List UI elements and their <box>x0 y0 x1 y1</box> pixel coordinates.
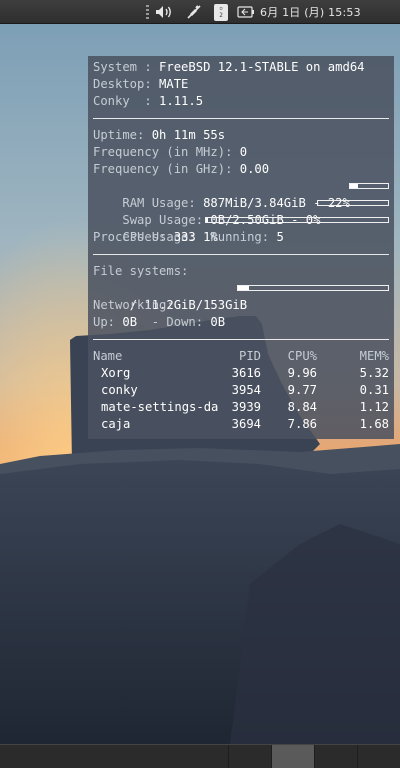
fs-root-row: / 11.2GiB/153GiB <box>93 280 389 312</box>
running-value: 5 <box>276 230 284 244</box>
up-label: Up: <box>93 315 123 329</box>
process-mem: 1.12 <box>359 400 389 414</box>
workspace-3[interactable] <box>314 745 357 768</box>
column-cpu: CPU% <box>287 349 317 363</box>
uptime-row: Uptime: 0h 11m 55s <box>93 127 389 144</box>
panel-drag-handle[interactable] <box>144 0 150 24</box>
network-traffic-row: Up: 0B - Down: 0B <box>93 314 389 331</box>
networking-heading: Networking: <box>93 297 389 314</box>
system-label: System : <box>93 60 160 74</box>
process-cpu: 7.86 <box>287 417 317 431</box>
column-name: Name <box>93 349 123 363</box>
frequency-ghz-value: 0.00 <box>239 162 270 176</box>
top-panel: ▫ 2 6月 1日 (月) 15:53 <box>0 0 400 24</box>
frequency-ghz-row: Frequency (in GHz): 0.00 <box>93 161 389 178</box>
cpu-usage-bar-fill <box>206 218 208 222</box>
processes-value: 333 <box>173 230 196 244</box>
process-cpu: 9.96 <box>287 366 317 380</box>
uptime-value: 0h 11m 55s <box>151 128 226 142</box>
conky-label: Conky : <box>93 94 160 108</box>
running-label: Running: <box>195 230 277 244</box>
frequency-mhz-label: Frequency (in MHz): <box>93 145 240 159</box>
conky-version-row: Conky : 1.11.5 <box>93 93 389 110</box>
swap-usage-bar <box>317 200 389 206</box>
process-table: Name PID CPU% MEM% Xorg 3616 9.96 5.32 c… <box>93 348 389 433</box>
workspace-4[interactable] <box>357 745 400 768</box>
fs-root-bar <box>237 285 389 291</box>
up-value: 0B <box>122 315 138 329</box>
networking-label: Networking: <box>93 298 174 312</box>
ram-usage-row: RAM Usage: 887MiB/3.84GiB - 22% <box>93 178 389 210</box>
processes-row: Processes: 333 Running: 5 <box>93 229 389 246</box>
table-row: conky 3954 9.77 0.31 <box>93 382 389 399</box>
process-cpu: 8.84 <box>287 400 317 414</box>
divider <box>93 118 389 119</box>
process-table-header: Name PID CPU% MEM% <box>93 348 389 365</box>
down-label: - Down: <box>137 315 211 329</box>
table-row: caja 3694 7.86 1.68 <box>93 416 389 433</box>
frequency-mhz-value: 0 <box>239 145 248 159</box>
workspace-2[interactable] <box>271 745 314 768</box>
process-name: Xorg <box>101 366 131 380</box>
volume-icon[interactable] <box>153 0 177 24</box>
process-pid: 3616 <box>231 366 261 380</box>
clock[interactable]: 6月 1日 (月) 15:53 <box>260 0 400 24</box>
process-name: caja <box>101 417 131 431</box>
process-mem: 0.31 <box>359 383 389 397</box>
conky-version: 1.11.5 <box>159 94 204 108</box>
frequency-mhz-row: Frequency (in MHz): 0 <box>93 144 389 161</box>
divider <box>93 339 389 340</box>
workspace-switcher-icon[interactable]: ▫ 2 <box>212 0 230 24</box>
column-pid: PID <box>238 349 261 363</box>
cpu-usage-bar <box>205 217 389 223</box>
process-pid: 3694 <box>231 417 261 431</box>
process-pid: 3954 <box>231 383 261 397</box>
process-name: mate-settings-da <box>101 400 219 414</box>
workspace-1[interactable] <box>228 745 271 768</box>
ram-usage-bar <box>349 183 389 189</box>
file-systems-label: File systems: <box>93 264 189 278</box>
frequency-ghz-label: Frequency (in GHz): <box>93 162 240 176</box>
cpu-usage-row: CPU Usage: 1% <box>93 212 389 244</box>
system-value: FreeBSD 12.1-STABLE on amd64 <box>159 60 365 74</box>
down-value: 0B <box>210 315 226 329</box>
process-mem: 5.32 <box>359 366 389 380</box>
uptime-label: Uptime: <box>93 128 152 142</box>
ram-usage-bar-fill <box>350 184 359 188</box>
network-disconnected-icon[interactable] <box>184 0 204 24</box>
processes-label: Processes: <box>93 230 174 244</box>
desktop-label: Desktop: <box>93 77 160 91</box>
divider <box>93 254 389 255</box>
file-systems-heading: File systems: <box>93 263 389 280</box>
bottom-panel <box>0 744 400 768</box>
table-row: Xorg 3616 9.96 5.32 <box>93 365 389 382</box>
fs-root-bar-fill <box>238 286 249 290</box>
process-name: conky <box>101 383 138 397</box>
conky-monitor: System : FreeBSD 12.1-STABLE on amd64 De… <box>88 56 394 439</box>
desktop-row: Desktop: MATE <box>93 76 389 93</box>
process-cpu: 9.77 <box>287 383 317 397</box>
column-mem: MEM% <box>359 349 389 363</box>
process-pid: 3939 <box>231 400 261 414</box>
table-row: mate-settings-da 3939 8.84 1.12 <box>93 399 389 416</box>
battery-icon[interactable] <box>236 0 256 24</box>
workspace-number: 2 <box>219 11 223 19</box>
system-row: System : FreeBSD 12.1-STABLE on amd64 <box>93 59 389 76</box>
process-mem: 1.68 <box>359 417 389 431</box>
desktop-value: MATE <box>159 77 189 91</box>
swap-usage-row: Swap Usage: 0B/2.50GiB - 0% <box>93 195 389 227</box>
taskbar-area[interactable] <box>0 745 228 768</box>
